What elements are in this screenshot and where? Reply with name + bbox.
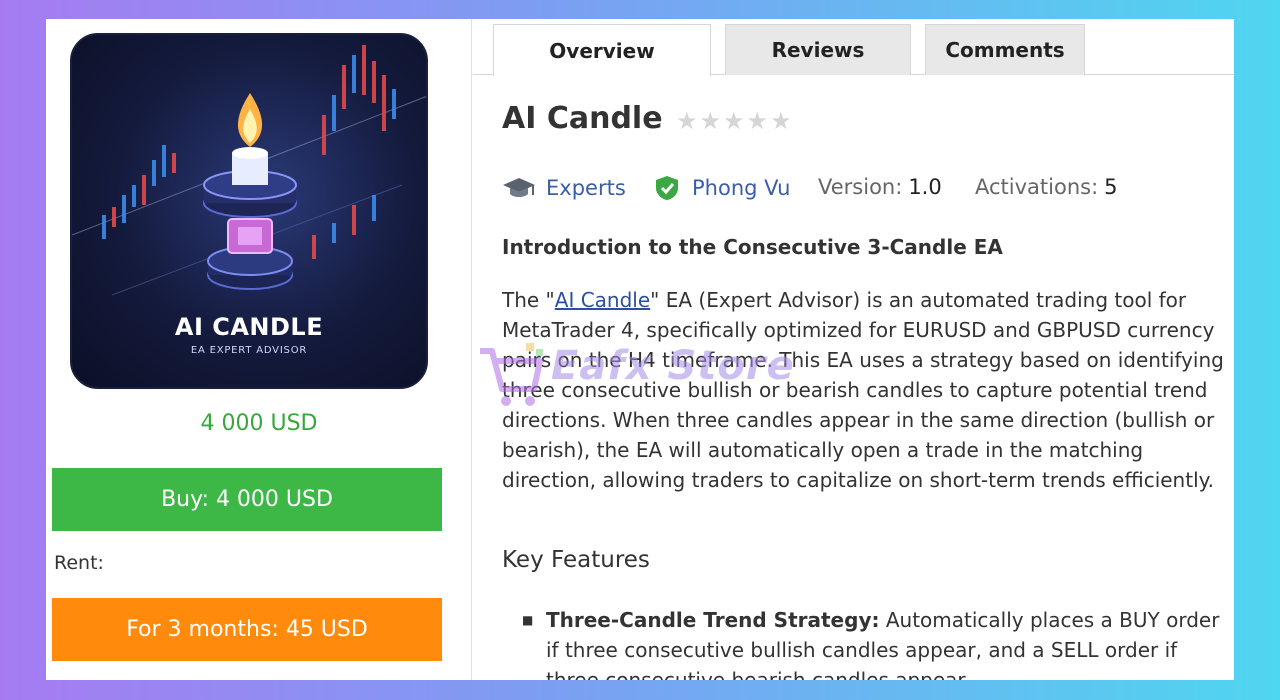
graduation-cap-icon — [503, 178, 535, 197]
feature-title: Three-Candle Trend Strategy: — [546, 608, 880, 632]
product-link[interactable]: AI Candle — [555, 288, 650, 312]
meta-row: Experts Phong Vu Version: 1.0 Activation… — [502, 175, 1232, 205]
bullet-icon: ■ — [522, 613, 534, 627]
list-item: ■ Three-Candle Trend Strategy: Automatic… — [522, 605, 1232, 680]
verified-shield-icon — [656, 176, 678, 200]
intro-pre: The " — [502, 288, 555, 312]
title-row: AI Candle ★★★★★ — [502, 101, 1232, 145]
star-icon[interactable]: ★ — [676, 107, 700, 135]
product-sidebar: AI CANDLE EA EXPERT ADVISOR 4 000 USD Bu… — [46, 19, 472, 680]
page-frame: AI CANDLE EA EXPERT ADVISOR 4 000 USD Bu… — [46, 19, 1234, 680]
page-title: AI Candle — [502, 101, 663, 136]
image-title: AI CANDLE — [174, 313, 324, 341]
author-link[interactable]: Phong Vu — [692, 176, 790, 200]
version-item: Version: 1.0 — [818, 175, 942, 199]
activations-value: 5 — [1104, 175, 1118, 199]
version-label: Version: — [818, 175, 903, 199]
category-link[interactable]: Experts — [546, 176, 626, 200]
tab-comments[interactable]: Comments — [925, 24, 1085, 75]
activations-label: Activations: — [975, 175, 1099, 199]
intro-paragraph: The "AI Candle" EA (Expert Advisor) is a… — [502, 285, 1232, 495]
star-icon[interactable]: ★ — [723, 107, 747, 135]
activations-item: Activations: 5 — [975, 175, 1118, 199]
intro-post: " EA (Expert Advisor) is an automated tr… — [502, 288, 1224, 492]
buy-button[interactable]: Buy: 4 000 USD — [52, 468, 442, 531]
tab-reviews[interactable]: Reviews — [725, 24, 911, 75]
rent-3-months-button[interactable]: For 3 months: 45 USD — [52, 598, 442, 661]
star-icon[interactable]: ★ — [747, 107, 771, 135]
version-value: 1.0 — [908, 175, 942, 199]
author-item[interactable]: Phong Vu — [654, 175, 790, 201]
rent-label: Rent: — [54, 552, 104, 574]
star-icon[interactable]: ★ — [770, 107, 794, 135]
features-heading: Key Features — [502, 547, 650, 573]
tab-bar: Overview Reviews Comments — [473, 19, 1234, 76]
product-image: AI CANDLE EA EXPERT ADVISOR — [70, 33, 428, 389]
feature-list: ■ Three-Candle Trend Strategy: Automatic… — [522, 605, 1232, 680]
star-icon[interactable]: ★ — [700, 107, 724, 135]
rating-stars[interactable]: ★★★★★ — [676, 107, 794, 135]
intro-heading: Introduction to the Consecutive 3-Candle… — [502, 235, 1003, 259]
image-subtitle: EA EXPERT ADVISOR — [190, 345, 308, 356]
category-item[interactable]: Experts — [502, 175, 626, 201]
tab-overview[interactable]: Overview — [493, 24, 711, 76]
product-price: 4 000 USD — [200, 411, 318, 436]
